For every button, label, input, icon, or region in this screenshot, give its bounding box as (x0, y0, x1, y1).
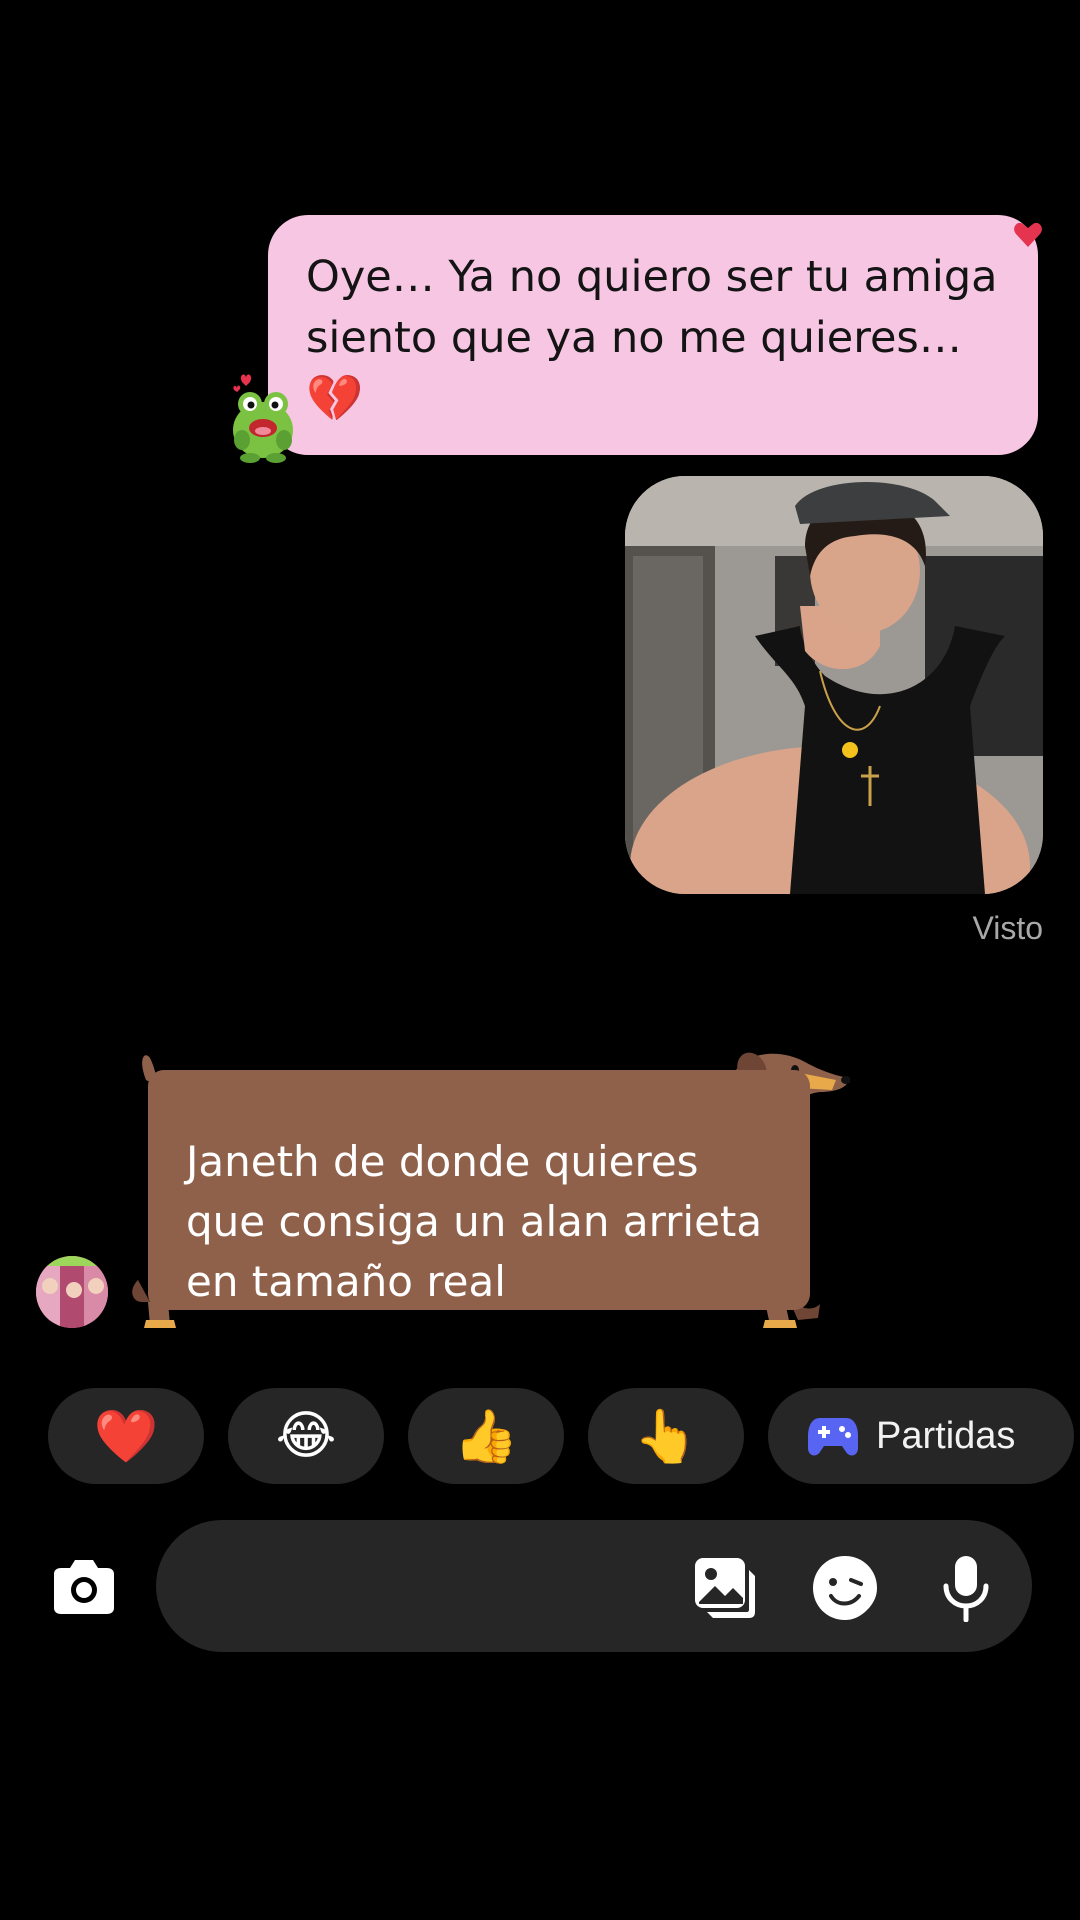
games-chip[interactable]: Partidas (768, 1388, 1074, 1484)
avatar-image (36, 1256, 108, 1328)
message-text-line: Janeth de donde quieres (186, 1137, 699, 1186)
outgoing-message-bubble[interactable]: Oye… Ya no quiero ser tu amiga siento qu… (268, 215, 1038, 455)
incoming-message[interactable]: Janeth de donde quieres que consiga un a… (130, 1040, 850, 1330)
message-text-line: Oye… Ya no quiero ser tu amiga (306, 252, 998, 302)
microphone-icon[interactable] (932, 1554, 1000, 1622)
incoming-message-bubble: Janeth de donde quieres que consiga un a… (148, 1070, 810, 1310)
quick-reaction-laugh[interactable]: 😂 (228, 1388, 384, 1484)
sticker-icon[interactable] (811, 1554, 879, 1622)
quick-reaction-point[interactable]: 👆 (588, 1388, 744, 1484)
heart-icon: ❤️ (93, 1406, 159, 1467)
camera-button[interactable] (48, 1552, 120, 1624)
photo-image (625, 476, 1043, 894)
camera-icon (54, 1560, 114, 1614)
quick-reaction-heart[interactable]: ❤️ (48, 1388, 204, 1484)
thumbs-up-icon: 👍 (453, 1406, 519, 1467)
sender-avatar[interactable] (36, 1256, 108, 1328)
gamepad-icon (808, 1418, 858, 1456)
pointing-hand-icon: 👆 (633, 1406, 699, 1467)
frog-sticker-icon (233, 374, 293, 463)
message-text-line: en tamaño real (186, 1257, 506, 1306)
message-text-line: siento que ya no me quieres… (306, 313, 962, 363)
heart-decoration-icon (1014, 222, 1042, 247)
message-input[interactable] (196, 1550, 680, 1624)
laughing-emoji-icon: 😂 (275, 1406, 337, 1466)
games-chip-label: Partidas (876, 1414, 1016, 1457)
message-composer[interactable] (156, 1520, 1032, 1652)
shared-photo-message[interactable] (625, 476, 1043, 894)
broken-heart-emoji: 💔 (306, 371, 364, 425)
seen-status: Visto (972, 910, 1043, 946)
message-text-line: que consiga un alan arrieta (186, 1197, 763, 1246)
quick-reaction-thumbs-up[interactable]: 👍 (408, 1388, 564, 1484)
gallery-icon[interactable] (691, 1554, 759, 1622)
